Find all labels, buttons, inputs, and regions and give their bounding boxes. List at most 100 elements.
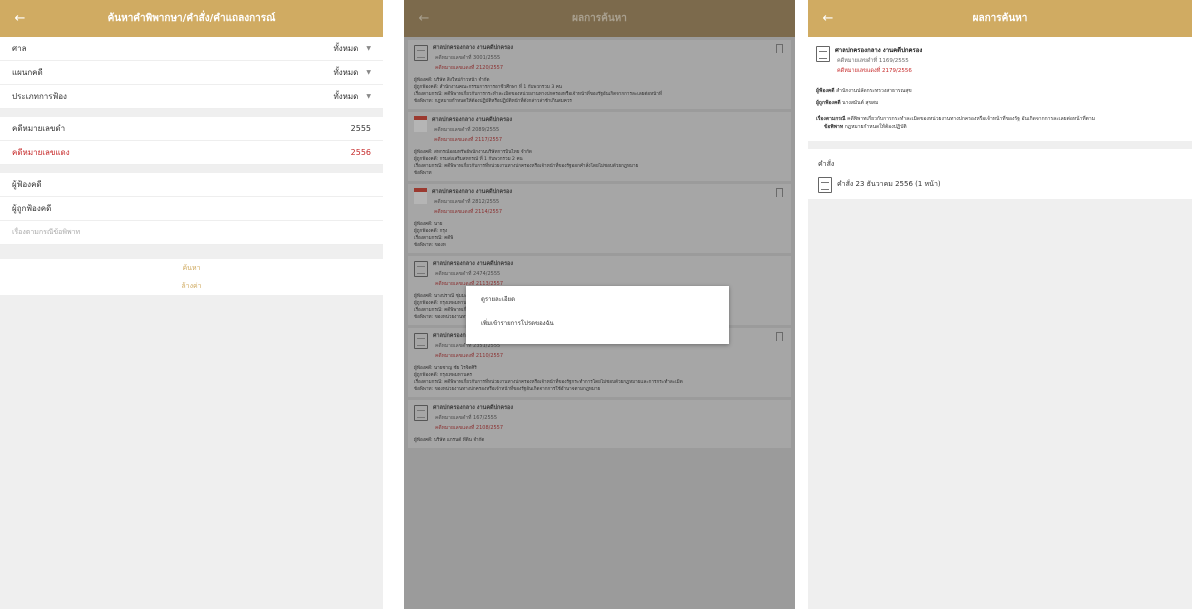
chevron-down-icon: ▼ [366, 69, 371, 76]
defendant-text: ผู้ถูกฟ้องคดี: กรุง [414, 229, 448, 234]
back-arrow-icon[interactable]: ← [0, 11, 40, 26]
orders-header: คำสั่ง [808, 149, 1192, 176]
page-title: ผลการค้นหา [972, 13, 1028, 24]
bookmark-icon[interactable] [776, 188, 783, 197]
document-icon [818, 177, 832, 193]
court-name: ศาลปกครองกลาง งานคดีปกครอง [433, 261, 514, 267]
view-detail-menu-item[interactable]: ดูรายละเอียด [481, 295, 729, 319]
red-case-number: คดีหมายเลขแดงที่ 2179/2556 [837, 68, 912, 74]
subject-text: เรื่องตามกรณี: คดีพิพาทเกี่ยวกับการกระทำ… [414, 92, 662, 97]
pdf-icon [414, 188, 427, 204]
dispute-value: กฎหมายกำหนดให้ต้องปฏิบัติ [844, 124, 907, 130]
black-case-number: คดีหมายเลขดำที่ 2474/2555 [435, 271, 501, 277]
order-item-label: คำสั่ง 23 ธันวาคม 2556 (1 หน้า) [837, 180, 941, 188]
bookmark-icon[interactable] [776, 332, 783, 341]
defendant-value: นางสมันต์ สุขสม [842, 100, 879, 106]
lawsuit-type-label: ประเภทการฟ้อง [12, 92, 67, 101]
add-favorite-menu-item[interactable]: เพิ่มเข้ารายการโปรดของฉัน [481, 319, 729, 343]
result-item[interactable]: ศาลปกครองกลาง งานคดีปกครอง คดีหมายเลขดำท… [408, 400, 791, 448]
document-icon [414, 405, 428, 421]
chevron-down-icon: ▼ [366, 93, 371, 100]
plaintiff-text: ผู้ฟ้องคดี: บริษัท แกรนด์ ที่ดิน จำกัด [414, 438, 485, 443]
plaintiff-text: ผู้ฟ้องคดี: บริษัท สิ่งใหม่ก้าวหน้า จำกั… [414, 78, 490, 83]
defendant-label: ผู้ถูกฟ้องคดี [12, 204, 52, 213]
subject-text: เรื่องตามกรณี: คดีพิ [414, 236, 454, 241]
case-detail-panel: ← ผลการค้นหา ศาลปกครองกลาง งานคดีปกครอง … [808, 0, 1192, 609]
division-label: แผนกคดี [12, 68, 43, 77]
results-panel-with-menu: ← ผลการค้นหา ศาลปกครองกลาง งานคดีปกครอง … [404, 0, 795, 609]
subject-input[interactable]: เรื่องตามกรณีข้อพิพาท [0, 221, 383, 245]
dispute-text: ข้อพิพาท [414, 171, 432, 176]
division-value: ทั้งหมด [333, 68, 359, 77]
defendant-row: ผู้ถูกฟ้องคดี นางสมันต์ สุขสม [816, 99, 1184, 107]
black-case-number: คดีหมายเลขดำที่ 2089/2555 [434, 127, 500, 133]
top-bar: ← ค้นหาคำพิพากษา/คำสั่ง/คำแถลงการณ์ [0, 0, 383, 37]
document-icon [816, 46, 830, 62]
subject-placeholder: เรื่องตามกรณีข้อพิพาท [12, 228, 81, 236]
document-icon [414, 261, 428, 277]
back-arrow-icon[interactable]: ← [808, 11, 848, 26]
context-menu: ดูรายละเอียด เพิ่มเข้ารายการโปรดของฉัน [466, 286, 729, 344]
search-form-panel: ← ค้นหาคำพิพากษา/คำสั่ง/คำแถลงการณ์ ศาล … [0, 0, 383, 609]
back-arrow-icon[interactable]: ← [404, 11, 444, 26]
division-select[interactable]: แผนกคดี ทั้งหมด ▼ [0, 61, 383, 85]
result-item[interactable]: ศาลปกครองกลาง งานคดีปกครอง คดีหมายเลขดำท… [408, 40, 791, 109]
top-bar: ← ผลการค้นหา [808, 0, 1192, 37]
lawsuit-type-select[interactable]: ประเภทการฟ้อง ทั้งหมด ▼ [0, 85, 383, 109]
clear-button[interactable]: ล้างค่า [0, 277, 383, 295]
page-title: ค้นหาคำพิพากษา/คำสั่ง/คำแถลงการณ์ [107, 13, 276, 24]
subject-label: เรื่องตามกรณี [816, 116, 846, 122]
dispute-text: ข้อพิพาท: ของห [414, 243, 446, 248]
court-label: ศาล [12, 44, 27, 53]
top-bar: ← ผลการค้นหา [404, 0, 795, 37]
plaintiff-label: ผู้ฟ้องคดี [816, 88, 835, 94]
red-case-number-field[interactable]: คดีหมายเลขแดง 2556 [0, 141, 383, 165]
bookmark-icon[interactable] [776, 44, 783, 53]
plaintiff-text: ผู้ฟ้องคดี: นาย [414, 222, 443, 227]
subject-value: คดีพิพาทเกี่ยวกับการกระทำละเมิดของหน่วยง… [847, 116, 1096, 122]
red-case-value: 2556 [350, 148, 371, 157]
page-title: ผลการค้นหา [572, 13, 627, 24]
pdf-icon [414, 116, 427, 132]
result-item[interactable]: ศาลปกครองกลาง งานคดีปกครอง คดีหมายเลขดำท… [408, 184, 791, 253]
plaintiff-value: สำนักงานปลัดกระทรวงสาธารณสุข [836, 88, 912, 94]
plaintiff-label: ผู้ฟ้องคดี [12, 180, 42, 189]
filter-form: ศาล ทั้งหมด ▼ แผนกคดี ทั้งหมด ▼ ประเภทการฟ… [0, 37, 383, 109]
plaintiff-text: ผู้ฟ้องคดี: นายชาญ ชัย โรจิตศิริ [414, 366, 477, 371]
plaintiff-field[interactable]: ผู้ฟ้องคดี [0, 173, 383, 197]
black-case-label: คดีหมายเลขดำ [12, 124, 66, 133]
subject-text: เรื่องตามกรณี: คดีพิพาทเกี่ยวกับการที่หน… [414, 164, 639, 169]
black-case-value: 2555 [350, 124, 371, 133]
dispute-text: ข้อพิพาท: ของหน่วยงานทางปกครองหรือเจ้าหน… [414, 387, 601, 392]
lawsuit-type-value: ทั้งหมด [333, 92, 359, 101]
search-button[interactable]: ค้นหา [0, 259, 383, 277]
defendant-text: ผู้ถูกฟ้องคดี: กรุงเทพมหานคร [414, 373, 473, 378]
red-case-number: คดีหมายเลขแดงที่ 2117/2557 [434, 137, 503, 143]
red-case-number: คดีหมายเลขแดงที่ 2110/2557 [435, 353, 504, 359]
divider [0, 245, 383, 259]
court-name: ศาลปกครองกลาง งานคดีปกครอง [432, 189, 513, 195]
black-case-number-field[interactable]: คดีหมายเลขดำ 2555 [0, 117, 383, 141]
order-item[interactable]: คำสั่ง 23 ธันวาคม 2556 (1 หน้า) [808, 176, 1192, 199]
red-case-number: คดีหมายเลขแดงที่ 2120/2557 [435, 65, 504, 71]
plaintiff-row: ผู้ฟ้องคดี สำนักงานปลัดกระทรวงสาธารณสุข [816, 87, 1184, 95]
defendant-field[interactable]: ผู้ถูกฟ้องคดี [0, 197, 383, 221]
black-case-number: คดีหมายเลขดำที่ 3001/2555 [435, 55, 501, 61]
court-name: ศาลปกครองกลาง งานคดีปกครอง [433, 45, 514, 51]
dispute-row: ข้อพิพาท กฎหมายกำหนดให้ต้องปฏิบัติ [816, 123, 1184, 131]
red-case-number: คดีหมายเลขแดงที่ 2114/2557 [434, 209, 503, 215]
document-icon [414, 333, 428, 349]
black-case-number: คดีหมายเลขดำที่ 2812/2555 [434, 199, 500, 205]
result-item[interactable]: ศาลปกครองกลาง งานคดีปกครอง คดีหมายเลขดำท… [408, 112, 791, 181]
red-case-number: คดีหมายเลขแดงที่ 2108/2557 [435, 425, 504, 431]
dispute-label: ข้อพิพาท [824, 124, 844, 130]
subject-text: เรื่องตามกรณี: คดีพิพาทเกี่ยวกับการที่หน… [414, 380, 683, 385]
court-select[interactable]: ศาล ทั้งหมด ▼ [0, 37, 383, 61]
plaintiff-text: ผู้ฟ้องคดี: สหกรณ์ออมทรัพย์พนักงานบริษัท… [414, 150, 532, 155]
subject-row: เรื่องตามกรณี คดีพิพาทเกี่ยวกับการกระทำล… [816, 115, 1184, 123]
court-name: ศาลปกครองกลาง งานคดีปกครอง [835, 47, 923, 54]
black-case-number: คดีหมายเลขดำที่ 1169/2555 [837, 58, 909, 64]
court-name: ศาลปกครองกลาง งานคดีปกครอง [432, 117, 513, 123]
document-icon [414, 45, 428, 61]
court-value: ทั้งหมด [333, 44, 359, 53]
